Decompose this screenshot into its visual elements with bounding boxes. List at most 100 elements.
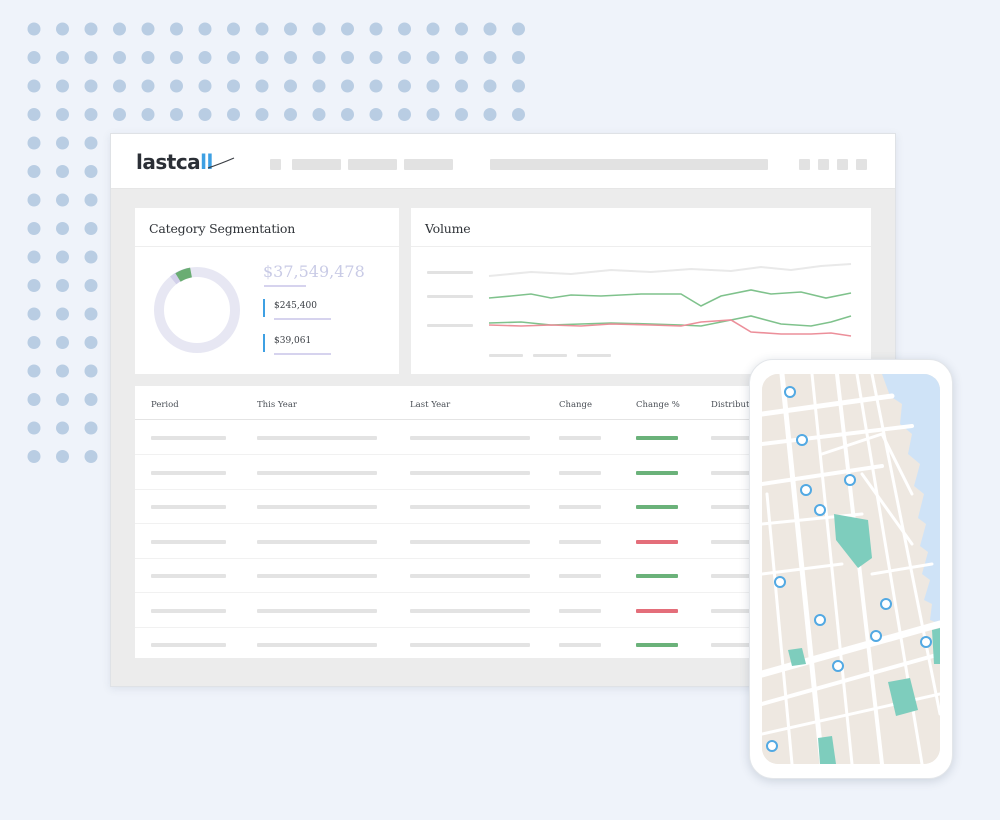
search-bar-placeholder[interactable]: [490, 159, 768, 170]
column-header-distribution[interactable]: Distribut: [711, 400, 749, 410]
cell-placeholder: [410, 608, 530, 613]
map-pin-icon[interactable]: [920, 636, 932, 648]
decorative-dot: [27, 450, 41, 463]
decorative-dot: [84, 136, 98, 150]
x-axis-label-placeholder: [577, 354, 611, 357]
decorative-dot: [141, 22, 155, 36]
decorative-dot: [426, 51, 440, 64]
series-line-light: [488, 263, 852, 277]
decorative-dot: [84, 222, 98, 235]
map-pin-icon[interactable]: [800, 484, 812, 496]
cell-placeholder: [410, 436, 530, 440]
map-view[interactable]: [762, 374, 940, 764]
column-header-last-year[interactable]: Last Year: [410, 400, 450, 410]
change-positive-bar: [636, 643, 678, 647]
table-row[interactable]: [135, 594, 755, 628]
table-row[interactable]: [135, 628, 755, 662]
decorative-dot: [483, 22, 497, 36]
cell-placeholder: [410, 539, 530, 544]
map-pin-icon[interactable]: [814, 504, 826, 516]
table-row[interactable]: [135, 456, 755, 490]
map-pin-icon[interactable]: [784, 386, 796, 398]
map-pin-icon[interactable]: [844, 474, 856, 486]
decorative-dot: [141, 51, 155, 64]
decorative-dot: [27, 193, 41, 207]
map-pin-icon[interactable]: [796, 434, 808, 446]
column-header-period[interactable]: Period: [151, 400, 179, 410]
decorative-dot: [27, 250, 41, 264]
decorative-dot: [455, 51, 468, 64]
toolbar-icon-placeholder[interactable]: [799, 159, 810, 170]
nav-item-placeholder[interactable]: [348, 159, 397, 170]
table-row[interactable]: [135, 525, 755, 559]
decorative-dot: [84, 279, 98, 292]
decorative-dot: [198, 51, 212, 64]
toolbar-icon-placeholder[interactable]: [837, 159, 848, 170]
card-title: Category Segmentation: [149, 221, 296, 236]
map-pin-icon[interactable]: [832, 660, 844, 672]
decorative-dot: [284, 79, 297, 93]
change-positive-bar: [636, 470, 678, 475]
series-line-green: [488, 289, 852, 307]
decorative-dot: [113, 51, 126, 64]
column-header-change[interactable]: Change: [559, 400, 592, 410]
column-header-change-percent[interactable]: Change %: [636, 400, 680, 410]
volume-card: Volume: [411, 208, 871, 374]
map-pin-icon[interactable]: [870, 630, 882, 642]
cell-placeholder: [410, 643, 530, 647]
decorative-dot: [84, 421, 98, 435]
volume-line-chart[interactable]: [411, 208, 871, 374]
toolbar-icon-placeholder[interactable]: [856, 159, 867, 170]
decorative-dot: [170, 108, 183, 121]
nav-icon-placeholder[interactable]: [270, 159, 281, 170]
decorative-dot: [369, 79, 383, 93]
decorative-dot: [113, 79, 126, 93]
cell-placeholder: [559, 539, 601, 544]
nav-item-placeholder[interactable]: [404, 159, 453, 170]
decorative-dot: [426, 22, 440, 36]
change-positive-bar: [636, 505, 678, 509]
table-row[interactable]: [135, 421, 755, 455]
donut-chart[interactable]: [149, 262, 245, 358]
segment-value: $245,400: [274, 301, 317, 311]
decorative-dot: [84, 450, 98, 463]
series-line-red: [488, 319, 852, 337]
cell-placeholder: [151, 539, 226, 544]
nav-item-placeholder[interactable]: [292, 159, 341, 170]
decorative-dot: [312, 22, 326, 36]
cell-placeholder: [257, 436, 377, 440]
segment-value: $39,061: [274, 336, 312, 346]
decorative-dot: [27, 51, 41, 64]
table-row[interactable]: [135, 490, 755, 524]
table-row[interactable]: [135, 559, 755, 593]
map-pin-icon[interactable]: [880, 598, 892, 610]
decorative-dot: [56, 165, 69, 178]
value-marker: [263, 334, 265, 352]
map-pin-icon[interactable]: [766, 740, 778, 752]
column-header-this-year[interactable]: This Year: [257, 400, 297, 410]
decorative-dot: [227, 79, 240, 93]
decorative-dot: [56, 79, 69, 93]
change-positive-bar: [636, 574, 678, 578]
decorative-dot: [27, 165, 41, 178]
cell-placeholder: [257, 470, 377, 475]
category-segmentation-card: Category Segmentation $37,549,478 $245,4…: [135, 208, 399, 374]
toolbar-icon-placeholder[interactable]: [818, 159, 829, 170]
decorative-dot: [483, 51, 497, 64]
decorative-dot: [27, 421, 41, 435]
city-map[interactable]: [762, 374, 940, 764]
decorative-dot: [341, 79, 354, 93]
lastcall-logo[interactable]: lastcall: [136, 148, 235, 176]
decorative-dot: [84, 193, 98, 207]
map-pin-icon[interactable]: [814, 614, 826, 626]
decorative-dot: [312, 108, 326, 121]
cell-placeholder: [257, 505, 377, 509]
map-pin-icon[interactable]: [774, 576, 786, 588]
decorative-dot: [483, 108, 497, 121]
cell-placeholder: [410, 505, 530, 509]
decorative-dot: [56, 193, 69, 207]
decorative-dot: [27, 393, 41, 406]
decorative-dot: [255, 51, 269, 64]
table-header-divider: [135, 419, 755, 420]
x-axis-label-placeholder: [533, 354, 567, 357]
